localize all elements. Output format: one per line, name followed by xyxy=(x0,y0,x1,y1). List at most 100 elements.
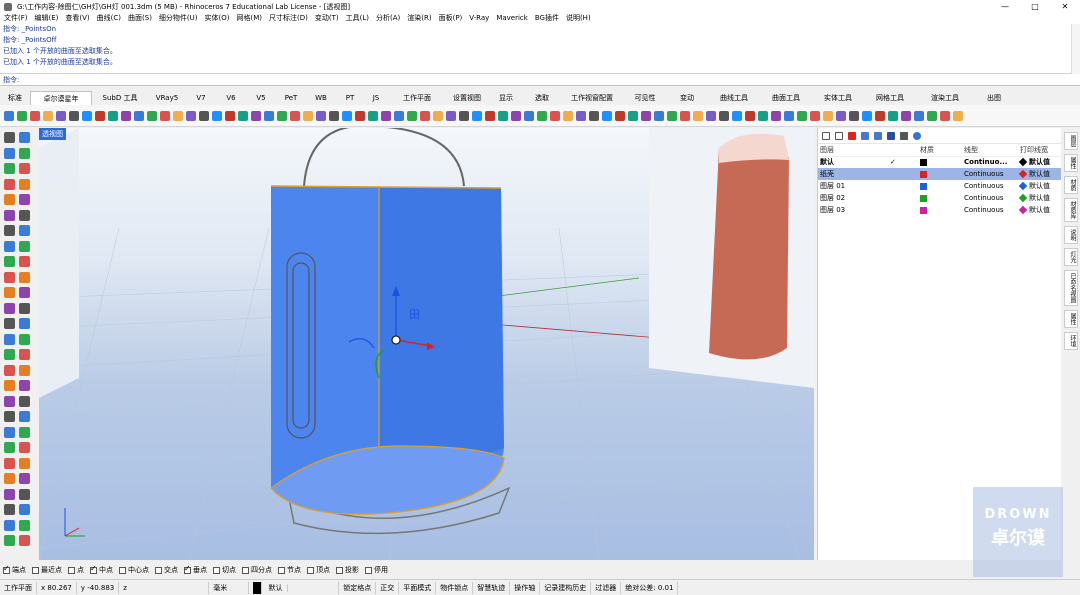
menu-mesh[interactable]: 网格(M) xyxy=(237,13,263,24)
tab-15[interactable]: 工作视窗配置 xyxy=(560,91,624,105)
toolbar-tool-icon[interactable] xyxy=(563,110,573,121)
toolbar-tool-icon[interactable] xyxy=(82,110,92,121)
new-sublayer-icon[interactable] xyxy=(835,131,843,140)
osnap-option[interactable]: 顶点 xyxy=(307,565,330,575)
menu-maverick[interactable]: Maverick xyxy=(496,13,528,24)
toolbar-tool-icon[interactable] xyxy=(199,110,209,121)
menu-vray[interactable]: V-Ray xyxy=(469,13,489,24)
toolbar-tool-icon[interactable] xyxy=(329,110,339,121)
osnap-option[interactable]: 端点 xyxy=(3,564,26,575)
layer-current-check[interactable] xyxy=(888,168,918,180)
left-tool-icon[interactable] xyxy=(4,411,15,422)
toolbar-tool-icon[interactable] xyxy=(290,110,300,121)
tab-22[interactable]: 渲染工具 xyxy=(916,91,974,105)
osnap-checkbox[interactable] xyxy=(278,566,285,574)
layer-color-swatch[interactable] xyxy=(920,170,927,178)
layer-color-swatch[interactable] xyxy=(920,194,927,202)
status-ortho[interactable]: 正交 xyxy=(376,581,400,594)
osnap-checkbox[interactable] xyxy=(90,564,97,574)
left-tool-icon[interactable] xyxy=(19,411,30,422)
viewport-title-tab[interactable]: 透视图 xyxy=(39,128,66,140)
toolbar-tool-icon[interactable] xyxy=(342,110,352,121)
left-tool-icon[interactable] xyxy=(19,256,30,267)
left-tool-icon[interactable] xyxy=(4,488,15,500)
left-tool-icon[interactable] xyxy=(4,473,15,484)
menu-file[interactable]: 文件(F) xyxy=(4,13,28,24)
layer-linetype[interactable]: Continuous xyxy=(962,204,1018,216)
toolbar-tool-icon[interactable] xyxy=(680,110,690,121)
toolbar-tool-icon[interactable] xyxy=(212,110,222,121)
menu-dimension[interactable]: 尺寸标注(D) xyxy=(269,13,308,24)
left-tool-icon[interactable] xyxy=(19,488,30,500)
toolbar-tool-icon[interactable] xyxy=(940,110,950,121)
left-tool-icon[interactable] xyxy=(19,364,30,376)
left-tool-icon[interactable] xyxy=(19,132,30,143)
toolbar-tool-icon[interactable] xyxy=(823,110,833,121)
osnap-option[interactable]: 投影 xyxy=(336,565,359,575)
toolbar-tool-icon[interactable] xyxy=(43,110,53,121)
layer-name[interactable]: 图层 02 xyxy=(818,192,888,204)
toolbar-tool-icon[interactable] xyxy=(641,110,651,121)
toolbar-tool-icon[interactable] xyxy=(459,110,469,121)
toolbar-tool-icon[interactable] xyxy=(485,110,495,121)
units-label[interactable]: 毫米 xyxy=(209,581,250,594)
left-tool-icon[interactable] xyxy=(19,504,30,515)
command-prompt[interactable]: 指令: xyxy=(0,74,1080,86)
status-planar[interactable]: 平面模式 xyxy=(399,581,437,594)
layer-name[interactable]: 图层 03 xyxy=(818,204,888,216)
tab-9[interactable]: PT xyxy=(336,91,364,105)
toolbar-tool-icon[interactable] xyxy=(277,110,287,121)
tab-18[interactable]: 曲线工具 xyxy=(708,91,760,105)
tab-12[interactable]: 设置视图 xyxy=(446,91,488,105)
left-tool-icon[interactable] xyxy=(19,519,30,531)
toolbar-tool-icon[interactable] xyxy=(706,110,716,121)
left-tool-icon[interactable] xyxy=(19,147,30,159)
side-tab-7[interactable]: 属性 xyxy=(1064,310,1078,328)
layer-row[interactable]: 纸壳 Continuous 默认值 xyxy=(818,168,1061,180)
toolbar-tool-icon[interactable] xyxy=(225,110,235,121)
tab-11[interactable]: 工作平面 xyxy=(388,91,446,105)
toolbar-tool-icon[interactable] xyxy=(121,110,131,121)
toolbar-tool-icon[interactable] xyxy=(849,110,859,121)
toolbar-tool-icon[interactable] xyxy=(56,110,66,121)
left-tool-icon[interactable] xyxy=(19,442,30,453)
toolbar-tool-icon[interactable] xyxy=(550,110,560,121)
tab-10[interactable]: JS xyxy=(364,91,388,105)
tab-6[interactable]: V5 xyxy=(246,91,276,105)
move-up-icon[interactable] xyxy=(861,131,869,140)
toolbar-tool-icon[interactable] xyxy=(797,110,807,121)
left-tool-icon[interactable] xyxy=(19,163,30,174)
left-tool-icon[interactable] xyxy=(4,178,15,190)
toolbar-tool-icon[interactable] xyxy=(394,110,404,121)
toolbar-tool-icon[interactable] xyxy=(693,110,703,121)
osnap-checkbox[interactable] xyxy=(365,566,372,574)
layer-row[interactable]: 默认 ✓ Continuo... 默认值 xyxy=(818,156,1061,168)
osnap-option[interactable]: 停用 xyxy=(365,565,388,575)
layer-printwidth[interactable]: 默认值 xyxy=(1018,204,1061,216)
osnap-option[interactable]: 中点 xyxy=(90,564,113,575)
side-tab-5[interactable]: 灯光 xyxy=(1064,248,1078,266)
cplane-label[interactable]: 工作平面 xyxy=(0,581,37,594)
layer-name[interactable]: 默认 xyxy=(818,156,888,168)
tab-19[interactable]: 曲面工具 xyxy=(760,91,812,105)
menu-render[interactable]: 渲染(R) xyxy=(407,13,431,24)
left-tool-icon[interactable] xyxy=(4,349,15,360)
left-tool-icon[interactable] xyxy=(4,209,15,221)
toolbar-tool-icon[interactable] xyxy=(888,110,898,121)
tab-16[interactable]: 可见性 xyxy=(624,91,666,105)
toolbar-tool-icon[interactable] xyxy=(69,110,79,121)
menu-curve[interactable]: 曲线(C) xyxy=(97,13,121,24)
layer-material[interactable] xyxy=(918,156,962,168)
osnap-checkbox[interactable] xyxy=(242,566,249,574)
layer-material[interactable] xyxy=(918,168,962,180)
tab-4[interactable]: V7 xyxy=(186,91,216,105)
tab-2[interactable]: SubD 工具 xyxy=(92,91,148,105)
toolbar-tool-icon[interactable] xyxy=(160,110,170,121)
left-tool-icon[interactable] xyxy=(19,395,30,407)
tab-3[interactable]: VRay5 xyxy=(148,91,186,105)
toolbar-tool-icon[interactable] xyxy=(108,110,118,121)
layer-linetype[interactable]: Continuous xyxy=(962,192,1018,204)
menu-edit[interactable]: 编辑(E) xyxy=(35,13,59,24)
toolbar-tool-icon[interactable] xyxy=(732,110,742,121)
toolbar-tool-icon[interactable] xyxy=(524,110,534,121)
